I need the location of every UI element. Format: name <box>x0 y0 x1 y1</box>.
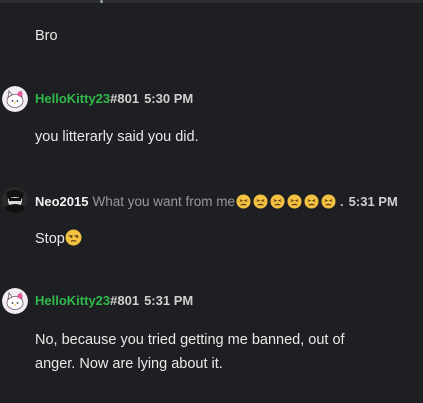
message-header: Neo2015 What you want from me . 5:31 PM <box>35 191 398 211</box>
status-separator: . <box>340 193 344 209</box>
tired-face-emoji <box>270 193 285 209</box>
tired-face-emoji <box>287 193 302 209</box>
message-line: Stop <box>35 227 82 251</box>
discriminator: #801 <box>110 292 140 308</box>
username[interactable]: Neo2015 <box>35 194 88 209</box>
tired-face-emoji <box>321 193 336 209</box>
username[interactable]: HelloKitty23 <box>35 293 110 308</box>
unamused-face-emoji <box>65 229 82 246</box>
message-text: No, because you tried getting me banned,… <box>35 332 345 372</box>
message-text: Stop <box>35 231 65 247</box>
discriminator: #801 <box>110 90 140 106</box>
message-header: HelloKitty23 #801 5:30 PM <box>35 88 193 108</box>
tired-face-emoji <box>236 193 251 209</box>
neo-avatar[interactable] <box>2 187 28 213</box>
timestamp: 5:30 PM <box>144 90 194 106</box>
tired-face-emoji <box>304 193 319 209</box>
custom-status: What you want from me <box>92 193 236 209</box>
username[interactable]: HelloKitty23 <box>35 91 110 106</box>
message-text: Bro <box>35 28 58 44</box>
timestamp: 5:31 PM <box>144 292 194 308</box>
status-emoji-group <box>236 193 336 209</box>
top-edge <box>0 0 423 3</box>
tired-face-emoji <box>253 193 268 209</box>
chat-view: Bro HelloKitty23 #801 5:30 PM you litter… <box>0 0 423 403</box>
hello-kitty-avatar[interactable] <box>2 86 28 112</box>
timestamp: 5:31 PM <box>348 193 398 209</box>
message-header: HelloKitty23 #801 5:31 PM <box>35 290 193 310</box>
hello-kitty-avatar[interactable] <box>2 288 28 314</box>
message-text: you litterarly said you did. <box>35 129 199 145</box>
